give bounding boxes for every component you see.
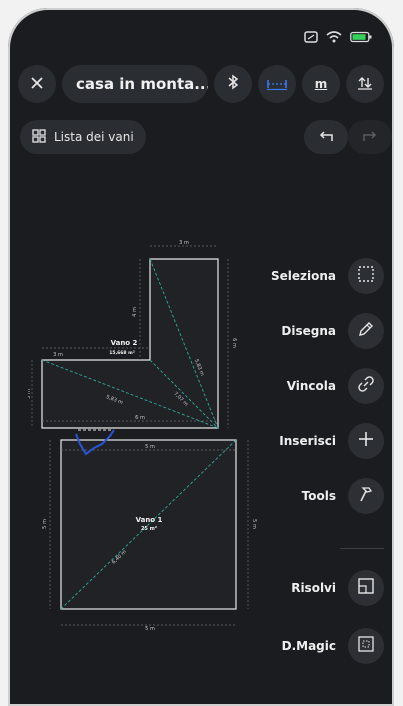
tool-constrain[interactable]: Vincola [184,368,384,404]
undo-icon [318,128,334,147]
draw-button[interactable] [348,313,384,349]
undo-button[interactable] [304,120,348,154]
link-icon [357,375,375,397]
insert-button[interactable] [348,423,384,459]
top-toolbar: casa in monta... m [8,62,394,106]
secondary-toolbar: Lista dei vani [8,120,394,156]
resolve-button[interactable] [348,570,384,606]
room2-name: Vano 2 [111,339,138,347]
redo-button[interactable] [348,120,392,154]
sort-arrows-icon [357,75,373,94]
constrain-button[interactable] [348,368,384,404]
tool-dmagic-label: D.Magic [281,639,336,653]
phone-screen: casa in monta... m Lista dei vani 3 m 3 … [8,8,394,706]
meters-unit-label: m [314,77,328,91]
dim-room1-bottom: 5 m [145,626,155,632]
sort-button[interactable] [346,65,384,103]
wifi-icon [326,28,342,47]
tool-dmagic[interactable]: D.Magic [184,628,384,664]
hammer-icon [357,485,375,507]
screen-icon [304,28,318,47]
room1-name: Vano 1 [136,516,163,524]
tool-draw[interactable]: Disegna [184,313,384,349]
tool-resolve-label: Risolvi [291,581,336,595]
tool-constrain-label: Vincola [286,379,336,393]
select-button[interactable] [348,258,384,294]
tool-select-label: Seleziona [270,269,336,283]
dim-tower-left: 4 m [132,307,138,317]
rooms-list-label: Lista dei vani [54,130,134,144]
dim-right-side: 5 m [251,519,257,529]
room1-area: 25 m² [141,526,157,532]
magic-square-icon [357,635,375,657]
close-icon [30,75,44,94]
dim-left-wing-side: 3 m [28,389,32,399]
tool-tools[interactable]: Tools [184,478,384,514]
close-button[interactable] [18,65,56,103]
tool-draw-label: Disegna [281,324,336,338]
tool-select[interactable]: Seleziona [184,258,384,294]
meters-unit-button[interactable]: m [302,65,340,103]
dim-room2-bottom: 6 m [135,415,145,421]
resolve-square-icon [357,577,375,599]
status-bar [8,8,394,48]
tool-resolve[interactable]: Risolvi [184,570,384,606]
project-title-text: casa in monta... [76,75,208,93]
rooms-list-button[interactable]: Lista dei vani [20,120,146,154]
dim-room1-top: 5 m [145,444,155,450]
dim-left-wing-top: 3 m [53,352,63,358]
tool-insert[interactable]: Inserisci [184,423,384,459]
room2-area: 15,668 m² [109,350,135,356]
tools-divider [340,548,384,549]
tools-button[interactable] [348,478,384,514]
select-dotted-square-icon [357,265,375,287]
bluetooth-button[interactable] [214,65,252,103]
dmagic-button[interactable] [348,628,384,664]
project-title[interactable]: casa in monta... [62,65,208,103]
dim-left-side: 5 m [42,519,48,529]
tool-tools-label: Tools [301,489,336,503]
dim-top: 3 m [179,240,189,246]
redo-icon [362,128,378,147]
dimension-line-icon [266,75,288,94]
pencil-icon [357,320,375,342]
plus-icon [357,430,375,452]
tool-insert-label: Inserisci [279,434,336,448]
dimension-toggle-button[interactable] [258,65,296,103]
bluetooth-icon [226,74,240,94]
battery-icon [350,28,372,47]
grid-icon [32,128,46,146]
